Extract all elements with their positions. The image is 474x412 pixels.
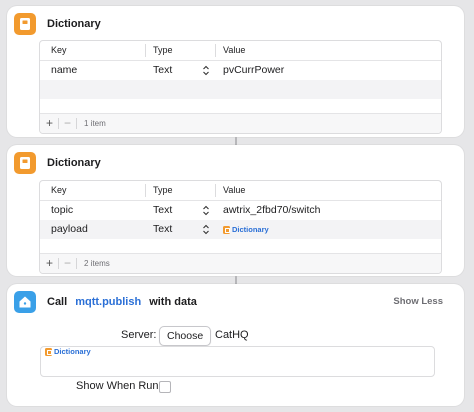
footer-divider: [58, 258, 59, 269]
dictionary-action-card-1[interactable]: Dictionary Key Type Value name Text pvCu…: [7, 6, 464, 137]
dictionary-table: Key Type Value name Text pvCurrPower + −…: [39, 40, 442, 134]
remove-row-button[interactable]: −: [64, 114, 71, 133]
server-label: Server:: [121, 329, 157, 341]
card-title: Dictionary: [47, 157, 101, 169]
call-label: Call: [47, 296, 68, 308]
column-header-key: Key: [51, 185, 67, 195]
column-divider: [215, 184, 216, 197]
table-footer: + − 2 items: [40, 253, 441, 273]
choose-server-button[interactable]: Choose: [159, 326, 212, 346]
server-value: CatHQ: [215, 329, 249, 341]
type-stepper-icon[interactable]: [202, 224, 210, 235]
dictionary-action-card-2[interactable]: Dictionary Key Type Value topic Text awt…: [7, 145, 464, 276]
dictionary-table: Key Type Value topic Text awtrix_2fbd70/…: [39, 180, 442, 274]
footer-divider: [76, 118, 77, 129]
dictionary-variable-chip[interactable]: Dictionary: [223, 220, 269, 239]
row-value[interactable]: pvCurrPower: [223, 61, 284, 80]
home-assistant-icon: [14, 291, 36, 313]
row-value-variable[interactable]: Dictionary: [223, 220, 269, 239]
add-row-button[interactable]: +: [46, 254, 53, 273]
action-connector: [235, 137, 237, 145]
column-header-type: Type: [153, 45, 173, 55]
remove-row-button[interactable]: −: [64, 254, 71, 273]
row-key[interactable]: topic: [51, 201, 73, 220]
column-header-type: Type: [153, 185, 173, 195]
type-stepper-icon[interactable]: [202, 65, 210, 76]
empty-row: [40, 80, 441, 99]
table-header: Key Type Value: [40, 41, 441, 61]
row-key[interactable]: payload: [51, 220, 88, 239]
dictionary-book-icon: [223, 225, 230, 234]
dictionary-book-icon: [14, 13, 36, 35]
column-header-key: Key: [51, 45, 67, 55]
column-divider: [215, 44, 216, 57]
row-type[interactable]: Text: [153, 220, 172, 239]
dictionary-variable-chip[interactable]: Dictionary: [45, 347, 91, 356]
table-row[interactable]: payload Text Dictionary: [40, 220, 441, 239]
card-title: Dictionary: [47, 18, 101, 30]
table-row[interactable]: name Text pvCurrPower: [40, 61, 441, 80]
row-type[interactable]: Text: [153, 61, 172, 80]
row-type[interactable]: Text: [153, 201, 172, 220]
data-input-field[interactable]: Dictionary: [40, 346, 435, 377]
item-count: 2 items: [84, 259, 110, 268]
service-name-token[interactable]: mqtt.publish: [75, 296, 141, 308]
card-header: Dictionary: [14, 152, 101, 174]
column-divider: [145, 184, 146, 197]
call-suffix: with data: [149, 296, 197, 308]
table-header: Key Type Value: [40, 181, 441, 201]
column-header-value: Value: [223, 45, 246, 55]
column-divider: [145, 44, 146, 57]
row-key[interactable]: name: [51, 61, 77, 80]
item-count: 1 item: [84, 119, 106, 128]
action-connector: [235, 276, 237, 284]
show-when-run-label: Show When Run:: [76, 380, 162, 392]
add-row-button[interactable]: +: [46, 114, 53, 133]
show-when-run-checkbox[interactable]: [159, 381, 171, 393]
dictionary-book-icon: [14, 152, 36, 174]
footer-divider: [76, 258, 77, 269]
show-less-button[interactable]: Show Less: [393, 291, 443, 313]
type-stepper-icon[interactable]: [202, 205, 210, 216]
card-header: Dictionary: [14, 13, 101, 35]
row-value[interactable]: awtrix_2fbd70/switch: [223, 201, 320, 220]
table-footer: + − 1 item: [40, 113, 441, 133]
server-row: Server: Choose CatHQ: [0, 326, 474, 346]
table-row[interactable]: topic Text awtrix_2fbd70/switch: [40, 201, 441, 220]
column-header-value: Value: [223, 185, 246, 195]
dictionary-book-icon: [45, 347, 52, 356]
footer-divider: [58, 118, 59, 129]
variable-label: Dictionary: [54, 347, 91, 356]
variable-label: Dictionary: [232, 225, 269, 234]
